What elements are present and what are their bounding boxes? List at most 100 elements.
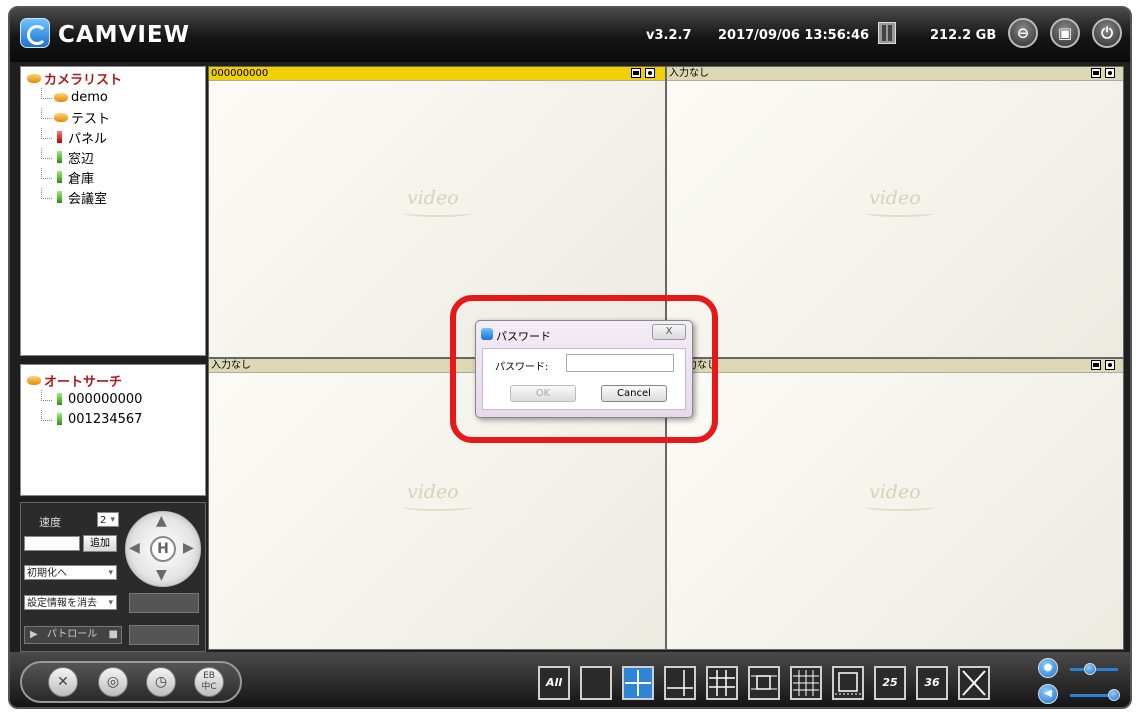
preset-name-input[interactable] — [24, 536, 80, 551]
camera-list-label: カメラリスト — [44, 72, 123, 88]
tool-group: ✕ ◎ ◷ EB 中C — [20, 661, 242, 703]
camera-list-panel: カメラリスト demo テスト パネル 窓辺 倉庫 会議室 — [20, 66, 206, 356]
video-cell-2[interactable]: 入力なし video — [666, 66, 1124, 358]
playback-button[interactable]: ◎ — [98, 667, 128, 697]
disk-icon — [54, 92, 68, 102]
ptz-left-icon[interactable]: ◀ — [129, 540, 140, 556]
version-label: v3.2.7 — [646, 28, 692, 43]
maximize-button[interactable]: ▣ — [1050, 18, 1080, 48]
auto-search-root[interactable]: オートサーチ — [27, 371, 205, 390]
ptz-right-icon[interactable]: ▶ — [183, 540, 194, 556]
storage-icon — [878, 22, 896, 44]
datetime-label: 2017/09/06 13:56:46 — [718, 28, 870, 43]
snapshot-icon[interactable] — [1091, 68, 1101, 78]
camera-online-icon — [57, 191, 62, 203]
patrol-label: パトロール — [46, 629, 98, 640]
layout-25-button[interactable]: 25 — [874, 666, 906, 700]
microphone-icon[interactable]: ● — [1038, 658, 1058, 678]
layout-6-button[interactable] — [664, 666, 696, 700]
grid-6-icon — [667, 670, 693, 696]
video-watermark: video — [407, 187, 459, 209]
auto-search-label: オートサーチ — [44, 374, 123, 390]
watermark-swoosh — [865, 503, 935, 511]
play-icon: ▶ — [30, 629, 38, 640]
ptz-pad[interactable]: ▲ ▼ ◀ ▶ H — [125, 511, 201, 587]
mic-volume-knob[interactable] — [1084, 663, 1096, 675]
video-cell-4[interactable]: 力なし video — [666, 358, 1124, 650]
video-watermark: video — [869, 481, 921, 503]
video-cell-title-bar: 力なし — [667, 359, 1123, 373]
tree-branch — [41, 147, 52, 159]
camera-offline-icon — [57, 131, 62, 143]
disabled-action-button[interactable] — [129, 593, 199, 613]
camera-item-panel[interactable]: パネル — [41, 127, 205, 147]
layout-all-button[interactable]: All — [538, 666, 570, 700]
record-icon[interactable] — [645, 68, 655, 78]
camera-item-label: テスト — [71, 111, 111, 127]
layout-16-button[interactable] — [790, 666, 822, 700]
search-item[interactable]: 001234567 — [41, 409, 205, 429]
camera-online-icon — [57, 171, 62, 183]
search-item[interactable]: 000000000 — [41, 389, 205, 409]
layout-4-button[interactable] — [622, 666, 654, 700]
minimize-button[interactable]: ⊖ — [1008, 18, 1038, 48]
layout-36-button[interactable]: 36 — [916, 666, 948, 700]
camera-item-demo[interactable]: demo — [41, 87, 205, 107]
ptz-control-panel: 速度 2 追加 初期化へ 設定情報を消去 ▶ パトロール ■ ▲ ▼ ◀ ▶ H — [20, 502, 206, 652]
camera-item-label: パネル — [68, 131, 108, 147]
snapshot-icon[interactable] — [631, 68, 641, 78]
language-button[interactable]: EB 中C — [194, 667, 224, 697]
search-item-label: 000000000 — [68, 391, 143, 407]
camera-online-icon — [57, 413, 62, 425]
camera-item-test[interactable]: テスト — [41, 107, 205, 127]
layout-1-button[interactable] — [580, 666, 612, 700]
disk-icon — [54, 112, 68, 122]
camera-item-label: 窓辺 — [68, 151, 95, 167]
patrol-button[interactable]: ▶ パトロール ■ — [24, 626, 122, 644]
grid-10-icon — [751, 675, 777, 690]
camera-item-label: demo — [71, 89, 108, 105]
ptz-up-icon[interactable]: ▲ — [156, 513, 167, 529]
reset-select[interactable]: 初期化へ — [24, 565, 117, 581]
fullscreen-button[interactable] — [958, 666, 990, 700]
camview-logo-icon — [20, 18, 50, 48]
highlight-annotation — [450, 295, 718, 443]
layout-9-button[interactable] — [706, 666, 738, 700]
speed-label: 速度 — [39, 516, 61, 529]
camera-item-warehouse[interactable]: 倉庫 — [41, 167, 205, 187]
search-item-label: 001234567 — [68, 411, 143, 427]
watermark-swoosh — [865, 209, 935, 217]
record-icon[interactable] — [1105, 360, 1115, 370]
layout-10-button[interactable] — [748, 666, 780, 700]
record-icon[interactable] — [1105, 68, 1115, 78]
camera-list-root[interactable]: カメラリスト — [27, 69, 205, 88]
tree-branch — [41, 107, 52, 119]
camera-item-meeting-room[interactable]: 会議室 — [41, 187, 205, 207]
watermark-swoosh — [403, 209, 473, 217]
settings-button[interactable]: ✕ — [48, 667, 78, 697]
disabled-action-button[interactable] — [129, 625, 199, 645]
watermark-swoosh — [403, 503, 473, 511]
camera-item-window[interactable]: 窓辺 — [41, 147, 205, 167]
playback-icon: ◎ — [106, 674, 120, 690]
disk-icon — [27, 73, 41, 83]
schedule-button[interactable]: ◷ — [146, 667, 176, 697]
video-cell-title-bar: 000000000 — [209, 67, 665, 81]
storage-label: 212.2 GB — [930, 28, 997, 43]
clear-settings-select[interactable]: 設定情報を消去 — [24, 595, 117, 611]
speed-select[interactable]: 2 — [97, 512, 119, 528]
minimize-icon: ⊖ — [1016, 24, 1030, 42]
ptz-home-button[interactable]: H — [150, 536, 176, 562]
video-cell-title-bar: 入力なし — [667, 67, 1123, 81]
snapshot-icon[interactable] — [1091, 360, 1101, 370]
ptz-down-icon[interactable]: ▼ — [156, 567, 167, 583]
video-cell-title: 000000000 — [211, 68, 269, 79]
maximize-icon: ▣ — [1057, 24, 1073, 42]
add-button[interactable]: 追加 — [83, 535, 117, 552]
tools-icon: ✕ — [57, 674, 69, 690]
speaker-icon[interactable]: ◀ — [1038, 684, 1058, 704]
power-button[interactable]: ⏻ — [1092, 18, 1122, 48]
stop-icon: ■ — [108, 629, 118, 640]
speaker-volume-knob[interactable] — [1108, 689, 1120, 701]
layout-20-button[interactable] — [832, 666, 864, 700]
